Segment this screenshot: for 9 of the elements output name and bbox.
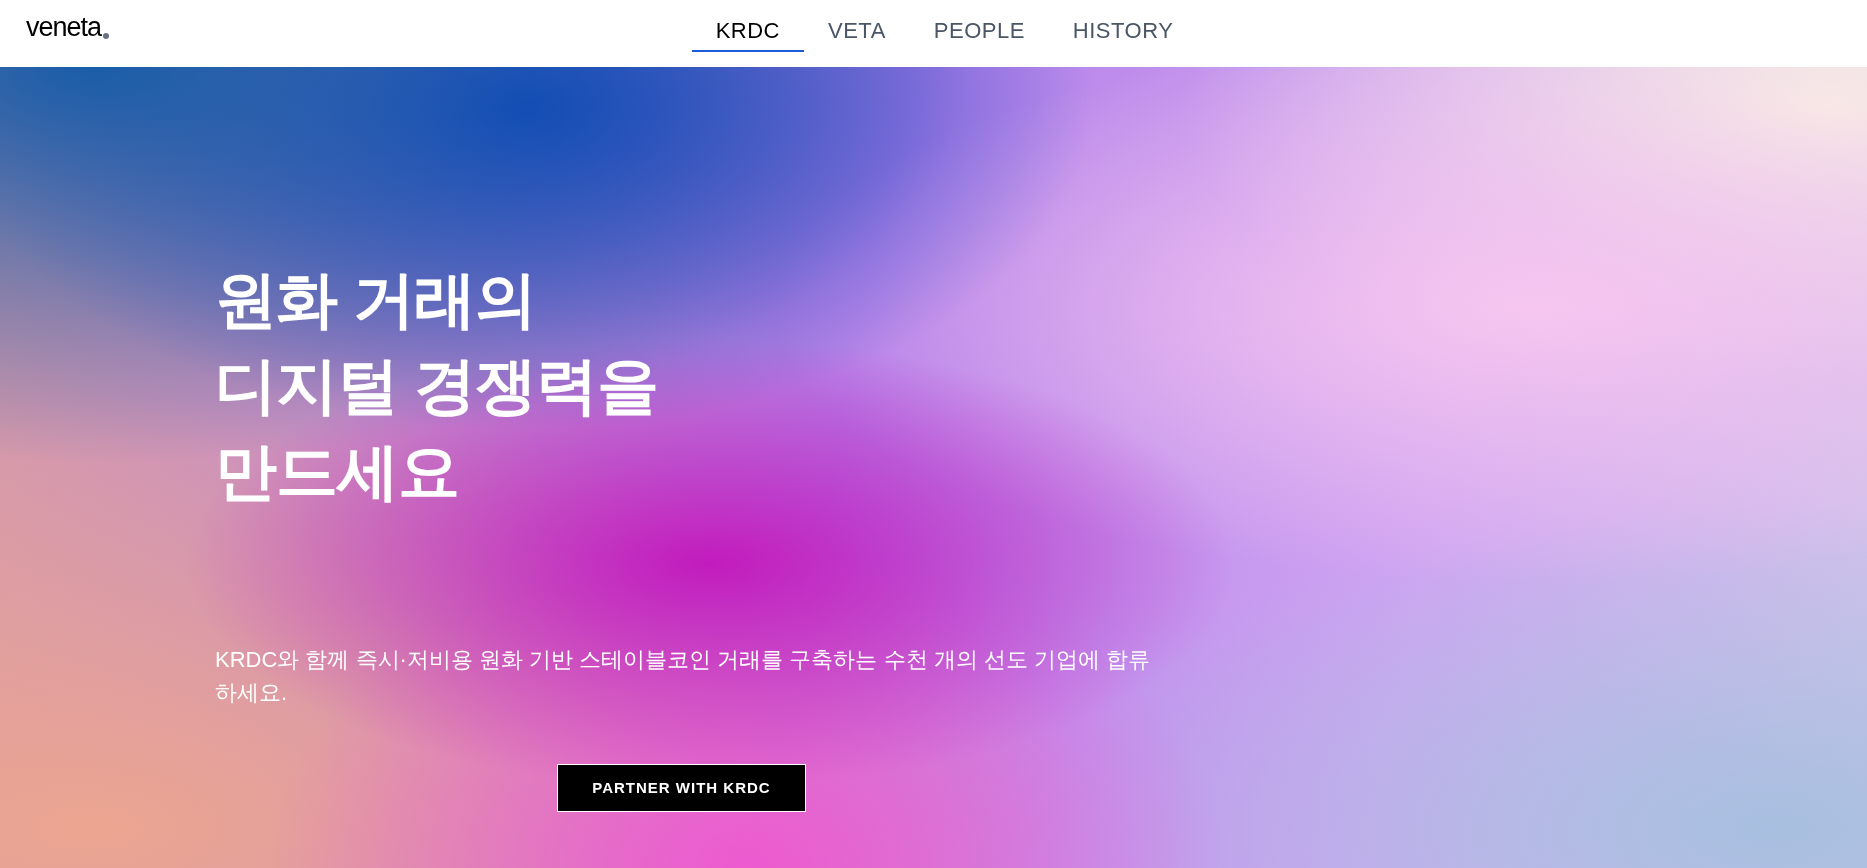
registered-mark-icon (103, 33, 110, 39)
nav-tab[interactable]: KRDC (691, 0, 804, 52)
partner-button[interactable]: PARTNER WITH KRDC (557, 764, 806, 812)
nav-tab[interactable]: PEOPLE (909, 0, 1049, 52)
hero-headline: 원화 거래의 디지털 경쟁력을 만드세요 (215, 264, 660, 508)
logo[interactable]: veneta (26, 14, 102, 41)
hero-description: KRDC와 함께 즉시·저비용 원화 기반 스테이블코인 거래를 구축하는 수천 개의 선도 기업에 합류하세요. (215, 646, 1151, 707)
nav-tab[interactable]: VETA (804, 0, 910, 52)
nav-tab[interactable]: HISTORY (1048, 0, 1198, 52)
